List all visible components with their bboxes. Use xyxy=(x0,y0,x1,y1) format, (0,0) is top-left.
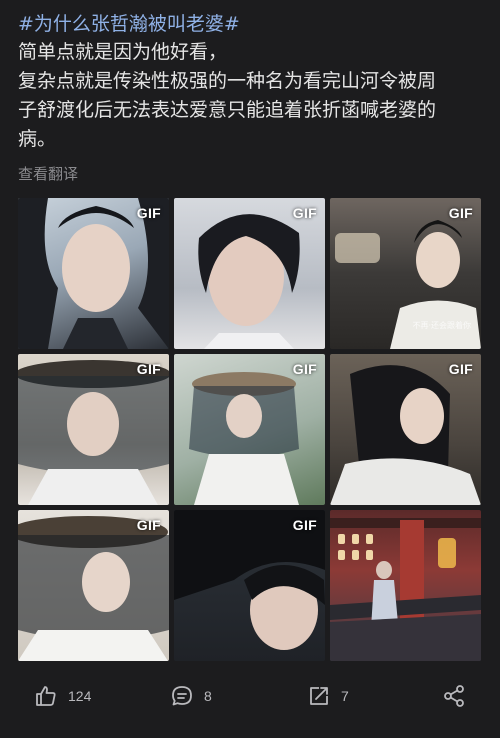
post-line-2: 复杂点就是传染性极强的一种名为看完山河令被周 xyxy=(18,70,437,92)
gif-badge: GIF xyxy=(292,517,317,533)
gif-badge: GIF xyxy=(136,205,161,221)
like-button[interactable]: 124 xyxy=(34,684,91,708)
thumbs-up-icon xyxy=(36,686,56,706)
image-tile-3[interactable]: GIF 不再·还会跟着你 xyxy=(330,198,481,349)
comment-button[interactable]: 8 xyxy=(170,684,212,708)
repost-count: 7 xyxy=(341,688,349,704)
image-tile-6[interactable]: GIF xyxy=(330,354,481,505)
post-text: #为什么张哲瀚被叫老婆# 简单点就是因为他好看， 复杂点就是传染性极强的一种名为… xyxy=(18,10,486,154)
image-tile-4[interactable]: GIF xyxy=(18,354,169,505)
palace-scene-illustration xyxy=(330,518,481,661)
share-nodes-icon xyxy=(444,685,464,707)
image-tile-5[interactable]: GIF xyxy=(174,354,325,505)
like-count: 124 xyxy=(68,688,92,704)
translate-link[interactable]: 查看翻译 xyxy=(18,163,78,184)
hashtag-link[interactable]: #为什么张哲瀚被叫老婆# xyxy=(18,10,486,38)
image-tile-8[interactable]: GIF xyxy=(174,510,325,661)
comment-count: 8 xyxy=(204,688,212,704)
share-button[interactable] xyxy=(442,684,466,708)
share-arrow-icon xyxy=(310,687,328,705)
action-bar: 124 8 7 xyxy=(0,676,500,716)
gif-badge: GIF xyxy=(136,517,161,533)
image-grid: GIF GIF GIF 不再·还会跟着你 GIF GIF GIF GIF GIF xyxy=(18,198,482,662)
gif-badge: GIF xyxy=(448,361,473,377)
comment-icon xyxy=(172,686,192,706)
image-tile-1[interactable]: GIF xyxy=(18,198,169,349)
post-line-4: 病。 xyxy=(18,128,57,150)
post-line-1: 简单点就是因为他好看， xyxy=(18,41,228,63)
repost-button[interactable]: 7 xyxy=(307,684,349,708)
gif-badge: GIF xyxy=(292,205,317,221)
image-tile-7[interactable]: GIF xyxy=(18,510,169,661)
post-line-3: 子舒渡化后无法表达爱意只能追着张折菡喊老婆的 xyxy=(18,99,437,121)
gif-badge: GIF xyxy=(448,205,473,221)
image-tile-9[interactable] xyxy=(330,510,481,661)
gif-badge: GIF xyxy=(292,361,317,377)
gif-badge: GIF xyxy=(136,361,161,377)
video-watermark: 不再·还会跟着你 xyxy=(412,321,471,330)
image-tile-2[interactable]: GIF xyxy=(174,198,325,349)
